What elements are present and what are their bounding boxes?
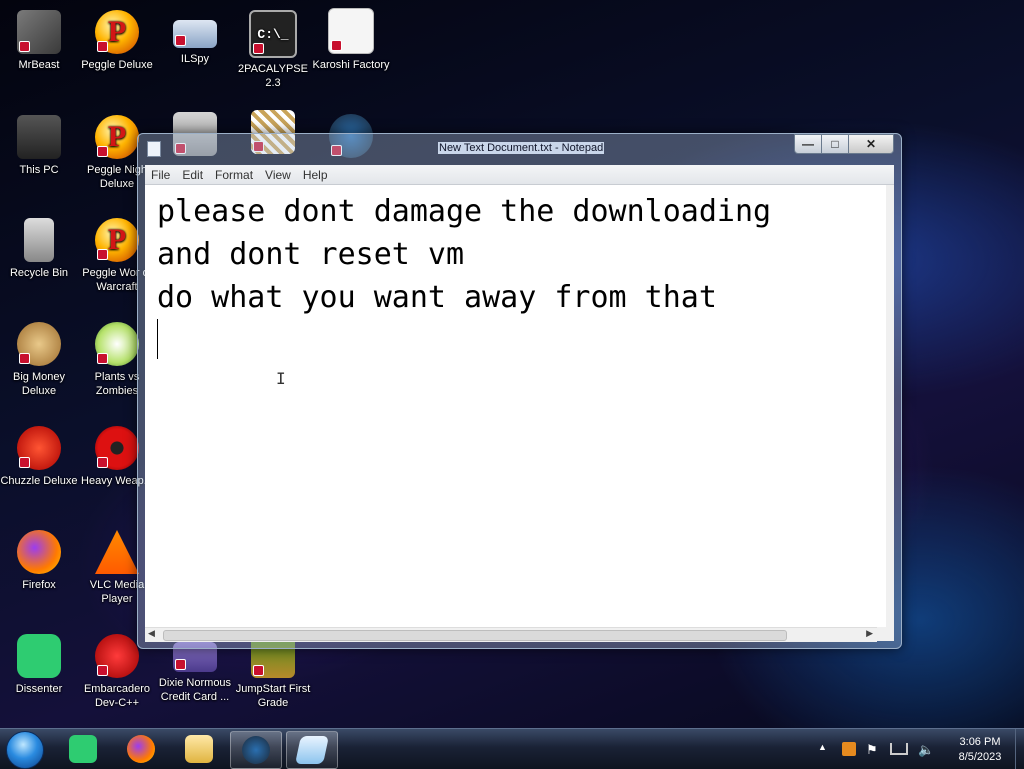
desktop-icon-label: 2PACALYPSE 2.3: [238, 63, 308, 89]
desktop-icon-label: Recycle Bin: [9, 267, 69, 279]
desktop-icon-label: Dixie Normous Credit Card ...: [158, 677, 232, 703]
desktop-icon-chuzzle[interactable]: Chuzzle Deluxe: [0, 426, 78, 488]
peggle-icon: [95, 10, 139, 54]
window-title: New Text Document.txt - Notepad: [438, 142, 605, 154]
taskbar-dissenter[interactable]: [58, 731, 108, 767]
computer-icon: [17, 115, 61, 159]
plants-icon: [95, 322, 139, 366]
desktop-icon-firefox[interactable]: Firefox: [0, 530, 78, 592]
scroll-left-arrow-icon[interactable]: ◀: [148, 628, 155, 639]
text-line: and dont reset vm: [157, 237, 465, 272]
peggle-wow-icon: [95, 218, 139, 262]
menu-edit[interactable]: Edit: [176, 165, 209, 184]
menu-format[interactable]: Format: [209, 165, 259, 184]
folder-icon: [185, 735, 213, 763]
terminal-icon: [249, 10, 297, 58]
recycle-bin-icon: [24, 218, 54, 262]
system-tray: ▲ ⚑ 🔈: [818, 739, 934, 759]
desktop-icon-label: JumpStart First Grade: [235, 683, 311, 709]
desktop-icon-big-money[interactable]: Big Money Deluxe: [0, 322, 78, 398]
clock[interactable]: 3:06 PM 8/5/2023: [944, 735, 1016, 765]
text-line: please dont damage the downloading: [157, 194, 772, 229]
desktop-icon-label: Karoshi Factory: [312, 59, 390, 71]
desktop-icon-dissenter[interactable]: Dissenter: [0, 634, 78, 696]
dissenter-icon: [17, 634, 61, 678]
desktop-icon-ilspy[interactable]: ILSpy: [156, 10, 234, 66]
notepad-icon: [295, 736, 329, 764]
desktop-icon-2pacalypse[interactable]: 2PACALYPSE 2.3: [234, 10, 312, 90]
desktop-icon-label: Chuzzle Deluxe: [0, 475, 78, 487]
desktop-icon-recycle-bin[interactable]: Recycle Bin: [0, 218, 78, 280]
desktop-icon-label: Firefox: [22, 579, 56, 591]
steam-icon: [242, 736, 270, 764]
show-desktop-button[interactable]: [1015, 729, 1024, 769]
dev-cpp-icon: [95, 634, 139, 678]
ibeam-cursor-icon: I: [276, 369, 286, 388]
mrbeast-icon: [17, 10, 61, 54]
notepad-window[interactable]: New Text Document.txt - Notepad — □ ✕ Fi…: [137, 133, 902, 649]
size-grip[interactable]: [877, 627, 894, 641]
orange-app-icon[interactable]: [842, 742, 856, 756]
desktop-icon-this-pc[interactable]: This PC: [0, 115, 78, 177]
desktop-icon-label: Embarcadero Dev-C++: [83, 683, 151, 709]
text-editor[interactable]: please dont damage the downloading and d…: [145, 185, 894, 627]
taskbar-file-explorer[interactable]: [174, 731, 224, 767]
volume-icon[interactable]: 🔈: [918, 742, 934, 757]
maximize-button[interactable]: □: [821, 134, 849, 154]
clock-time: 3:06 PM: [959, 736, 1001, 748]
desktop-icon-mrbeast[interactable]: MrBeast: [0, 10, 78, 72]
ilspy-icon: [173, 20, 217, 48]
firefox-icon: [17, 530, 61, 574]
horizontal-scrollbar[interactable]: ◀ ▶: [145, 627, 877, 642]
desktop-icon-label: This PC: [19, 164, 59, 176]
desktop-icon-label: ILSpy: [180, 53, 210, 65]
desktop-icon-label: Big Money Deluxe: [13, 371, 65, 397]
firefox-icon: [127, 735, 155, 763]
horizontal-scroll-thumb[interactable]: [163, 630, 787, 641]
flag-icon[interactable]: ⚑: [866, 742, 880, 757]
vertical-scrollbar[interactable]: [886, 185, 894, 627]
karoshi-icon: [328, 8, 374, 54]
text-line: do what you want away from that: [157, 280, 717, 315]
clock-date: 8/5/2023: [958, 751, 1002, 763]
menu-bar: File Edit Format View Help: [145, 165, 894, 185]
desktop-icon-label: MrBeast: [18, 59, 60, 71]
desktop-icon-peggle-deluxe[interactable]: Peggle Deluxe: [78, 10, 156, 72]
vlc-cone-icon: [95, 530, 139, 574]
desktop-icon-karoshi[interactable]: Karoshi Factory: [312, 8, 390, 72]
menu-view[interactable]: View: [259, 165, 297, 184]
taskbar-firefox[interactable]: [116, 731, 166, 767]
notepad-icon: [147, 141, 161, 157]
show-hidden-icons-icon[interactable]: ▲: [818, 742, 832, 756]
menu-file[interactable]: File: [145, 165, 176, 184]
scroll-right-arrow-icon[interactable]: ▶: [866, 628, 873, 639]
taskbar-notepad[interactable]: [286, 731, 338, 769]
taskbar-steam[interactable]: [230, 731, 282, 769]
title-bar[interactable]: New Text Document.txt - Notepad — □ ✕: [138, 134, 901, 163]
minimize-button[interactable]: —: [794, 134, 822, 154]
start-button[interactable]: [6, 731, 44, 769]
taskbar: ▲ ⚑ 🔈 3:06 PM 8/5/2023: [0, 728, 1024, 769]
menu-help[interactable]: Help: [297, 165, 334, 184]
desktop-icon-label: Peggle Deluxe: [81, 59, 153, 71]
close-button[interactable]: ✕: [848, 134, 894, 154]
desktop-icon-label: Dissenter: [15, 683, 63, 695]
network-icon[interactable]: [890, 743, 908, 755]
text-caret: [157, 319, 158, 359]
chuzzle-icon: [17, 426, 61, 470]
dissenter-icon: [69, 735, 97, 763]
radiation-icon: [95, 426, 139, 470]
peggle-nights-icon: [95, 115, 139, 159]
money-bag-icon: [17, 322, 61, 366]
